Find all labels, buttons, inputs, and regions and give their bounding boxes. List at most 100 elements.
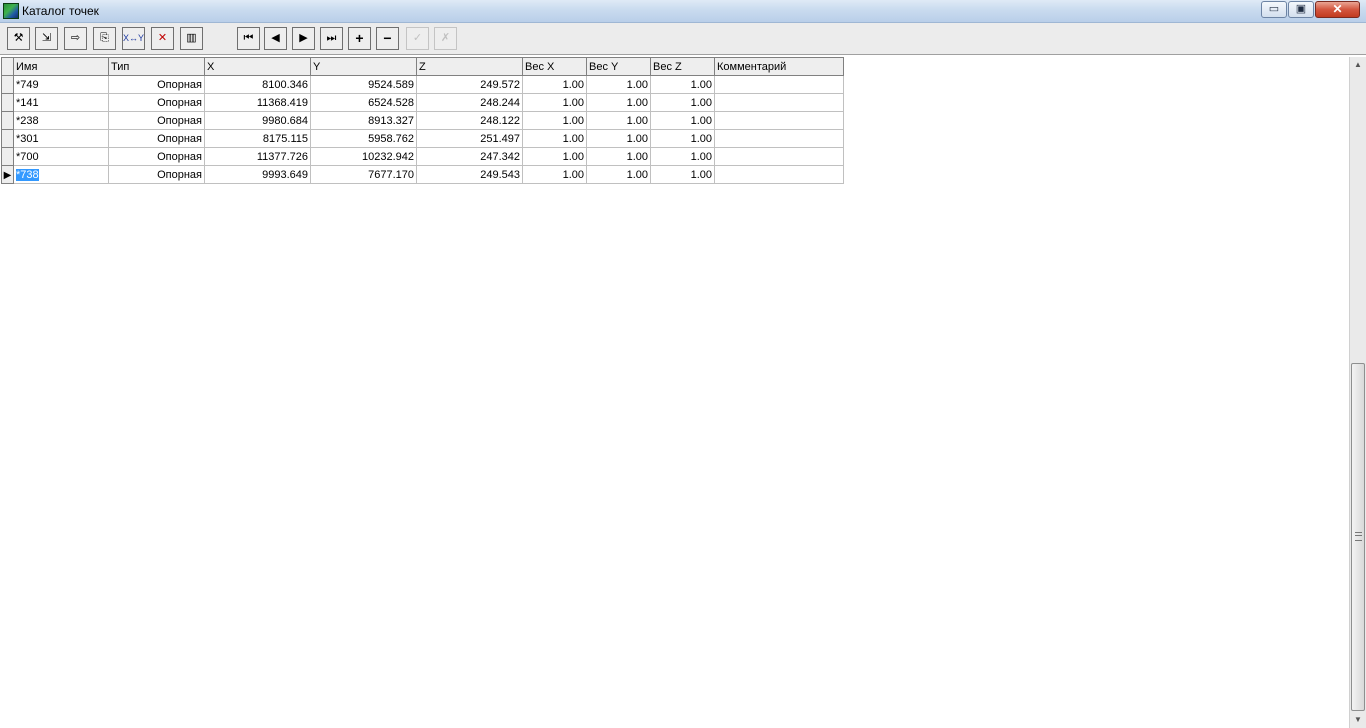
delete-button[interactable]: ✕ — [151, 27, 174, 50]
table-cell[interactable]: *238 — [13, 111, 109, 130]
column-header[interactable]: Имя — [13, 57, 109, 76]
row-indicator[interactable]: ▶ — [1, 165, 14, 184]
table-cell[interactable]: 1.00 — [586, 147, 651, 166]
last-record-button[interactable]: ⏭ — [320, 27, 343, 50]
table-row[interactable]: *700 Опорная 11377.726 10232.942 247.342 1.00… — [1, 147, 844, 166]
column-header[interactable]: Вес X — [522, 57, 587, 76]
table-cell[interactable]: 1.00 — [522, 111, 587, 130]
table-cell[interactable]: 11368.419 — [204, 93, 311, 112]
table-cell[interactable]: Опорная — [108, 93, 205, 112]
table-cell[interactable]: 1.00 — [522, 165, 587, 184]
table-row[interactable]: *749 Опорная 8100.346 9524.589 249.572 1.00 1.… — [1, 75, 844, 94]
table-cell[interactable]: 1.00 — [586, 111, 651, 130]
row-indicator[interactable] — [1, 75, 14, 94]
table-cell[interactable]: 1.00 — [522, 93, 587, 112]
post-edit-button[interactable]: ✓ — [406, 27, 429, 50]
table-cell[interactable]: 1.00 — [522, 75, 587, 94]
table-cell[interactable]: Опорная — [108, 165, 205, 184]
table-cell[interactable]: Опорная — [108, 111, 205, 130]
scroll-down-arrow-icon[interactable]: ▼ — [1350, 712, 1366, 728]
cancel-edit-button[interactable]: ✗ — [434, 27, 457, 50]
table-cell[interactable]: Опорная — [108, 129, 205, 148]
table-row[interactable]: *141 Опорная 11368.419 6524.528 248.244 1.00 1… — [1, 93, 844, 112]
vertical-scrollbar[interactable]: ▲ ▼ — [1349, 57, 1366, 728]
table-cell[interactable] — [714, 111, 844, 130]
table-cell[interactable]: 248.122 — [416, 111, 523, 130]
table-cell[interactable]: 248.244 — [416, 93, 523, 112]
table-cell[interactable]: *700 — [13, 147, 109, 166]
tool-button[interactable]: ⚒ — [7, 27, 30, 50]
minimize-button[interactable]: ▭ — [1261, 1, 1287, 18]
table-cell[interactable]: 9524.589 — [310, 75, 417, 94]
close-button[interactable]: ✕ — [1315, 1, 1360, 18]
maximize-button[interactable]: ▣ — [1288, 1, 1314, 18]
table-cell[interactable]: 1.00 — [650, 147, 715, 166]
scroll-up-arrow-icon[interactable]: ▲ — [1350, 57, 1366, 73]
table-cell[interactable]: 6524.528 — [310, 93, 417, 112]
table-cell[interactable]: 1.00 — [586, 75, 651, 94]
table-cell[interactable]: 11377.726 — [204, 147, 311, 166]
table-cell[interactable]: 249.543 — [416, 165, 523, 184]
prior-record-button[interactable]: ◀ — [264, 27, 287, 50]
table-cell[interactable] — [714, 93, 844, 112]
import-button[interactable]: ⇲ — [35, 27, 58, 50]
table-cell[interactable]: 9993.649 — [204, 165, 311, 184]
column-header[interactable]: X — [204, 57, 311, 76]
table-cell[interactable] — [714, 129, 844, 148]
post-edit-icon: ✓ — [412, 32, 423, 44]
table-cell[interactable]: 1.00 — [586, 93, 651, 112]
row-indicator[interactable] — [1, 129, 14, 148]
scroll-thumb[interactable] — [1351, 363, 1365, 711]
table-cell[interactable] — [714, 147, 844, 166]
column-header[interactable]: Комментарий — [714, 57, 844, 76]
table-row[interactable]: *238 Опорная 9980.684 8913.327 248.122 1.00 1.… — [1, 111, 844, 130]
row-indicator[interactable] — [1, 147, 14, 166]
next-record-button[interactable]: ▶ — [292, 27, 315, 50]
table-cell[interactable]: 249.572 — [416, 75, 523, 94]
table-cell[interactable]: 1.00 — [522, 147, 587, 166]
first-record-button[interactable]: ⏮ — [237, 27, 260, 50]
table-cell[interactable]: 1.00 — [586, 129, 651, 148]
table-cell[interactable]: *749 — [13, 75, 109, 94]
copy-button[interactable]: ⎘ — [93, 27, 116, 50]
table-cell[interactable]: 1.00 — [586, 165, 651, 184]
column-header[interactable]: Z — [416, 57, 523, 76]
table-cell[interactable]: Опорная — [108, 147, 205, 166]
table-cell[interactable]: 1.00 — [650, 129, 715, 148]
table-row[interactable]: *301 Опорная 8175.115 5958.762 251.497 1.00 1.… — [1, 129, 844, 148]
table-cell[interactable]: 1.00 — [522, 129, 587, 148]
table-cell[interactable]: *738 — [13, 165, 109, 184]
row-indicator[interactable] — [1, 111, 14, 130]
chart-button[interactable]: ▥ — [180, 27, 203, 50]
table-cell[interactable]: 251.497 — [416, 129, 523, 148]
swap-xy-button[interactable]: X↔Y — [122, 27, 145, 50]
table-cell[interactable]: 247.342 — [416, 147, 523, 166]
table-cell[interactable]: 1.00 — [650, 165, 715, 184]
delete-record-button[interactable]: − — [376, 27, 399, 50]
table-cell[interactable]: Опорная — [108, 75, 205, 94]
table-cell[interactable] — [714, 75, 844, 94]
app-icon — [3, 3, 19, 19]
column-header[interactable]: Тип — [108, 57, 205, 76]
table-cell[interactable]: 9980.684 — [204, 111, 311, 130]
column-header[interactable]: Вес Z — [650, 57, 715, 76]
table-cell[interactable]: 1.00 — [650, 75, 715, 94]
table-cell[interactable]: 5958.762 — [310, 129, 417, 148]
insert-record-button[interactable]: + — [348, 27, 371, 50]
column-header[interactable]: Вес Y — [586, 57, 651, 76]
table-cell[interactable]: 10232.942 — [310, 147, 417, 166]
table-cell[interactable]: 8100.346 — [204, 75, 311, 94]
copy-icon: ⎘ — [100, 32, 109, 44]
table-row[interactable]: ▶ *738 Опорная 9993.649 7677.170 249.543 1.00 1… — [1, 165, 844, 184]
column-header[interactable]: Y — [310, 57, 417, 76]
table-cell[interactable]: 8913.327 — [310, 111, 417, 130]
table-cell[interactable]: *301 — [13, 129, 109, 148]
table-cell[interactable] — [714, 165, 844, 184]
export-button[interactable]: ⇨ — [64, 27, 87, 50]
table-cell[interactable]: 1.00 — [650, 111, 715, 130]
table-cell[interactable]: 1.00 — [650, 93, 715, 112]
row-indicator[interactable] — [1, 93, 14, 112]
table-cell[interactable]: *141 — [13, 93, 109, 112]
table-cell[interactable]: 8175.115 — [204, 129, 311, 148]
table-cell[interactable]: 7677.170 — [310, 165, 417, 184]
